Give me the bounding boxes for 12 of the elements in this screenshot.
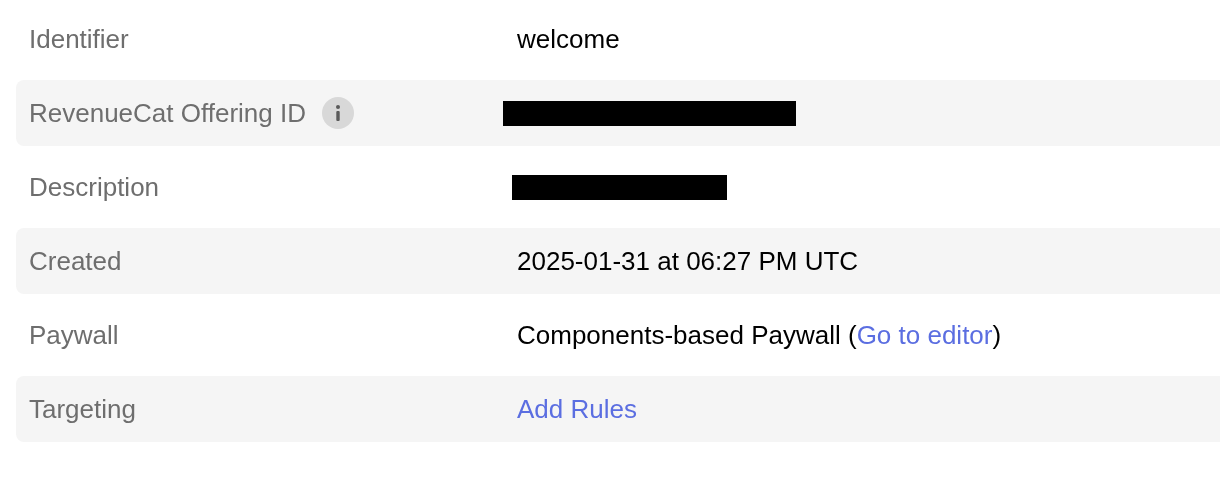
field-value: welcome — [517, 22, 620, 56]
editor-link[interactable]: Go to editor — [856, 319, 993, 350]
field-label: Description — [29, 170, 160, 204]
field-value: 2025-01-31 at 06:27 PM UTC — [517, 244, 859, 278]
info-icon[interactable] — [322, 97, 354, 129]
add-rules-link[interactable]: Add Rules — [517, 389, 637, 429]
field-label: RevenueCat Offering ID — [29, 96, 306, 130]
field-label: Created — [29, 244, 122, 278]
field-label: Paywall — [29, 318, 119, 352]
field-value: Components-based Paywall (Go to editor) — [517, 318, 1002, 352]
field-label: Identifier — [29, 22, 129, 56]
field-label: Targeting — [29, 392, 136, 426]
